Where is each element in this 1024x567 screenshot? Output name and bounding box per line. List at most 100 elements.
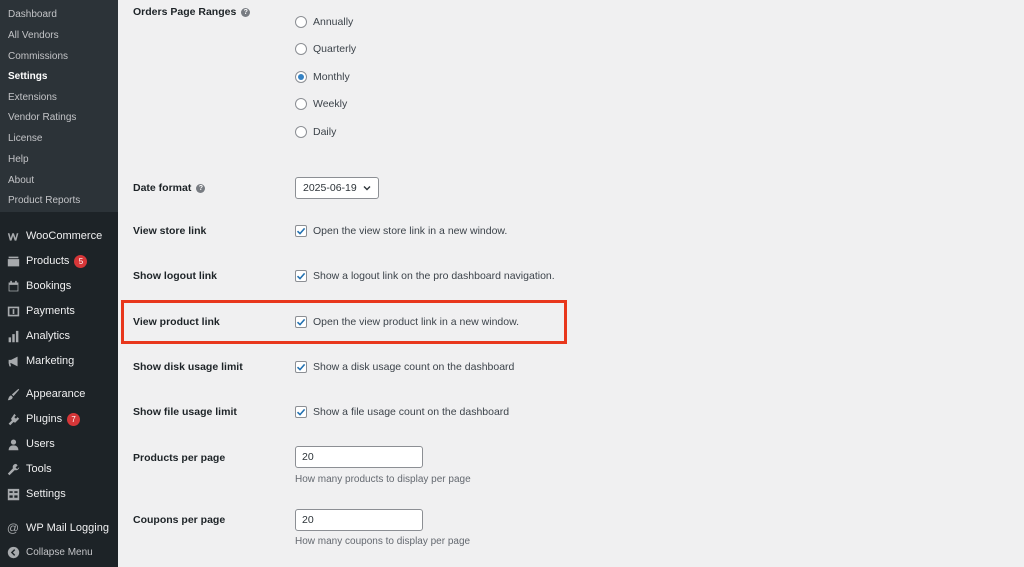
input-value: 20 — [302, 514, 314, 526]
at-icon: @ — [6, 521, 20, 535]
view-product-link-option[interactable]: Open the view product link in a new wind… — [295, 316, 519, 328]
checkbox-label: Show a logout link on the pro dashboard … — [313, 270, 555, 282]
orders-page-ranges-label: Orders Page Ranges ? — [133, 6, 251, 18]
menu-item-marketing[interactable]: Marketing — [0, 349, 118, 373]
date-format-label: Date format ? — [133, 182, 206, 194]
submenu-item-license[interactable]: License — [8, 133, 42, 144]
checkbox-checked[interactable] — [295, 406, 307, 418]
radio-label: Daily — [313, 126, 337, 138]
show-logout-link-label: Show logout link — [133, 270, 217, 282]
menu-label: Analytics — [26, 330, 71, 342]
menu-item-bookings[interactable]: Bookings — [0, 274, 118, 298]
checkbox-checked[interactable] — [295, 316, 307, 328]
admin-sidebar: Dashboard All Vendors Commissions Settin… — [0, 0, 118, 567]
select-value: 2025-06-19 — [303, 182, 357, 194]
radio-button[interactable] — [295, 16, 307, 28]
checkbox-label: Show a file usage count on the dashboard — [313, 406, 510, 418]
menu-label: Settings — [26, 488, 66, 500]
radio-annually[interactable]: Annually — [295, 16, 353, 28]
coupons-per-page-input[interactable]: 20 — [295, 509, 423, 531]
radio-weekly[interactable]: Weekly — [295, 98, 347, 110]
megaphone-icon — [6, 354, 20, 368]
menu-item-appearance[interactable]: Appearance — [0, 382, 118, 406]
menu-label: WP Mail Logging — [26, 522, 109, 534]
radio-daily[interactable]: Daily — [295, 126, 336, 138]
analytics-icon — [6, 329, 20, 343]
checkbox-checked[interactable] — [295, 225, 307, 237]
submenu-item-settings[interactable]: Settings — [8, 71, 47, 82]
view-product-link-label: View product link — [133, 316, 220, 328]
radio-label: Weekly — [313, 98, 348, 110]
show-disk-usage-limit-option[interactable]: Show a disk usage count on the dashboard — [295, 361, 514, 373]
radio-label: Monthly — [313, 71, 350, 83]
menu-label: Marketing — [26, 355, 75, 367]
radio-button[interactable] — [295, 98, 307, 110]
menu-item-products[interactable]: Products 5 — [0, 249, 118, 273]
help-icon[interactable]: ? — [241, 7, 251, 17]
update-count-badge: 7 — [67, 412, 81, 426]
checkbox-label: Show a disk usage count on the dashboard — [313, 361, 515, 373]
menu-label: Tools — [26, 463, 52, 475]
settings-form: Orders Page Ranges ? Annually Quarterly … — [118, 0, 1024, 567]
menu-item-woocommerce[interactable]: WooCommerce — [0, 224, 118, 248]
help-icon[interactable]: ? — [196, 183, 206, 193]
radio-button[interactable] — [295, 126, 307, 138]
menu-item-settings[interactable]: Settings — [0, 482, 118, 506]
checkbox-label: Open the view product link in a new wind… — [313, 316, 520, 328]
products-icon — [6, 254, 20, 268]
radio-label: Annually — [313, 16, 354, 28]
submenu-item-extensions[interactable]: Extensions — [8, 92, 57, 103]
update-count-badge: 5 — [74, 254, 88, 268]
woocommerce-icon — [6, 229, 20, 243]
products-per-page-input[interactable]: 20 — [295, 446, 423, 468]
coupons-per-page-description: How many coupons to display per page — [295, 536, 471, 547]
collapse-arrow-icon — [6, 545, 20, 559]
plugin-icon — [6, 412, 20, 426]
chevron-down-icon — [363, 186, 371, 191]
users-icon — [6, 437, 20, 451]
menu-item-users[interactable]: Users — [0, 432, 118, 456]
input-value: 20 — [302, 451, 314, 463]
menu-label: Appearance — [26, 388, 86, 400]
coupons-per-page-label: Coupons per page — [133, 514, 226, 526]
settings-icon — [6, 487, 20, 501]
calendar-icon — [6, 279, 20, 293]
menu-item-tools[interactable]: Tools — [0, 457, 118, 481]
menu-item-plugins[interactable]: Plugins 7 — [0, 407, 118, 431]
products-per-page-description: How many products to display per page — [295, 474, 471, 485]
vendor-submenu: Dashboard All Vendors Commissions Settin… — [0, 0, 118, 212]
checkbox-checked[interactable] — [295, 270, 307, 282]
radio-button-selected[interactable] — [295, 71, 307, 83]
collapse-menu-button[interactable]: Collapse Menu — [0, 540, 118, 564]
menu-item-wp-mail-logging[interactable]: @ WP Mail Logging — [0, 516, 118, 540]
date-format-select[interactable]: 2025-06-19 — [295, 177, 379, 199]
submenu-item-about[interactable]: About — [8, 175, 34, 186]
radio-monthly[interactable]: Monthly — [295, 71, 350, 83]
menu-item-payments[interactable]: Payments — [0, 299, 118, 323]
menu-label: Payments — [26, 305, 75, 317]
submenu-item-product-reports[interactable]: Product Reports — [8, 195, 80, 206]
view-store-link-label: View store link — [133, 225, 207, 237]
submenu-item-dashboard[interactable]: Dashboard — [8, 9, 57, 20]
collapse-menu-label: Collapse Menu — [26, 546, 93, 558]
menu-label: WooCommerce — [26, 230, 103, 242]
radio-label: Quarterly — [313, 43, 357, 55]
payments-icon — [6, 304, 20, 318]
submenu-item-help[interactable]: Help — [8, 154, 29, 165]
menu-item-analytics[interactable]: Analytics — [0, 324, 118, 348]
submenu-item-all-vendors[interactable]: All Vendors — [8, 30, 59, 41]
show-logout-link-option[interactable]: Show a logout link on the pro dashboard … — [295, 270, 555, 282]
products-per-page-label: Products per page — [133, 452, 226, 464]
show-file-usage-limit-option[interactable]: Show a file usage count on the dashboard — [295, 406, 509, 418]
menu-label: Bookings — [26, 280, 72, 292]
checkbox-checked[interactable] — [295, 361, 307, 373]
show-disk-usage-limit-label: Show disk usage limit — [133, 361, 243, 373]
view-store-link-option[interactable]: Open the view store link in a new window… — [295, 225, 507, 237]
checkbox-label: Open the view store link in a new window… — [313, 225, 508, 237]
menu-label: Products — [26, 255, 70, 267]
radio-quarterly[interactable]: Quarterly — [295, 43, 356, 55]
radio-button[interactable] — [295, 43, 307, 55]
submenu-item-vendor-ratings[interactable]: Vendor Ratings — [8, 112, 76, 123]
submenu-item-commissions[interactable]: Commissions — [8, 51, 68, 62]
wrench-icon — [6, 462, 20, 476]
